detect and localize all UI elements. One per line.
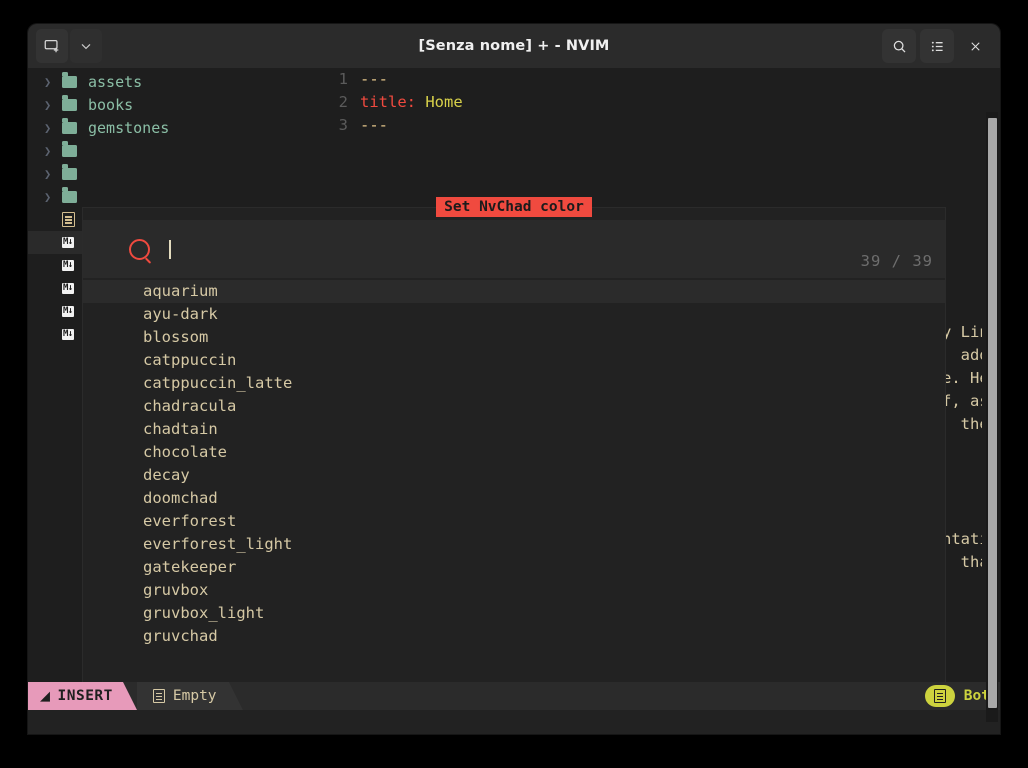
picker-result-item[interactable]: gatekeeper	[83, 556, 945, 579]
search-icon	[129, 239, 150, 260]
fragment-text: that y	[942, 551, 982, 574]
theme-picker[interactable]: Set NvChad color 39 / 39 aquarium ayu-da…	[83, 208, 945, 688]
picker-result-item[interactable]: catppuccin_latte	[83, 372, 945, 395]
vim-icon: ◢	[40, 689, 51, 704]
status-separator-2	[229, 682, 243, 710]
picker-result-item[interactable]: chadracula	[83, 395, 945, 418]
command-line[interactable]	[28, 710, 1000, 734]
document-lines-icon	[153, 689, 165, 703]
tree-item-gemstones[interactable]: ❯ gemstones	[28, 116, 288, 139]
picker-result-item[interactable]: everforest	[83, 510, 945, 533]
folder-icon	[62, 99, 88, 111]
tree-item-folder-4[interactable]: ❯	[28, 139, 288, 162]
picker-result-item[interactable]: gruvchad	[83, 625, 945, 648]
line-text-key: title:	[360, 91, 416, 114]
picker-title: Set NvChad color	[436, 197, 592, 217]
statusline: ◢ INSERT Empty Bot	[28, 682, 1000, 710]
editor-fragment: the Ro	[942, 413, 982, 436]
status-separator	[123, 682, 137, 710]
line-text: ---	[360, 114, 388, 137]
editor-fragment: f, as w	[942, 390, 982, 413]
line-number: 1	[314, 68, 360, 91]
editor-fragment: that y	[942, 551, 982, 574]
titlebar: [Senza nome] + - NVIM	[28, 24, 1000, 68]
nvim-window: [Senza nome] + - NVIM	[28, 24, 1000, 734]
line-number: 3	[314, 114, 360, 137]
fragment-text: y Linux	[942, 321, 982, 344]
fragment-text: adding	[942, 344, 982, 367]
status-position-label: Bot	[955, 688, 990, 704]
fragment-text: f, as w	[942, 390, 982, 413]
tree-item-folder-5[interactable]: ❯	[28, 162, 288, 185]
status-file-label: Empty	[173, 688, 217, 704]
list-icon[interactable]	[920, 29, 954, 63]
chevron-right-icon[interactable]: ❯	[44, 190, 62, 204]
picker-prompt-inner	[129, 220, 171, 278]
picker-result-item[interactable]: gruvbox_light	[83, 602, 945, 625]
fragment-text: ntation	[942, 528, 982, 551]
fragment-text: the Ro	[942, 413, 982, 436]
editor-line: 3---	[314, 114, 982, 137]
status-mode-label: INSERT	[58, 688, 113, 704]
picker-result-item[interactable]: blossom	[83, 326, 945, 349]
editor-fragment: adding	[942, 344, 982, 367]
editor-right-fragments-lower: ntation that y	[942, 528, 982, 574]
text-cursor	[169, 240, 171, 259]
status-file: Empty	[137, 682, 229, 710]
picker-result-item[interactable]: ayu-dark	[83, 303, 945, 326]
picker-results[interactable]: aquarium ayu-dark blossom catppuccin cat…	[83, 278, 945, 688]
close-icon[interactable]	[958, 29, 992, 63]
picker-prompt[interactable]: 39 / 39	[83, 220, 945, 278]
chevron-right-icon[interactable]: ❯	[44, 98, 62, 112]
editor-fragment: y Linux	[942, 321, 982, 344]
status-mode: ◢ INSERT	[28, 682, 123, 710]
picker-result-item[interactable]: catppuccin	[83, 349, 945, 372]
status-spacer	[243, 682, 925, 710]
chevron-right-icon[interactable]: ❯	[44, 144, 62, 158]
tree-item-label: books	[88, 96, 133, 114]
picker-result-item[interactable]: chocolate	[83, 441, 945, 464]
editor-right-fragments: y Linux adding e. Here f, as w the Ro	[942, 321, 982, 436]
picker-result-item[interactable]: decay	[83, 464, 945, 487]
scrollbar-thumb[interactable]	[988, 118, 997, 708]
line-text: ---	[360, 68, 388, 91]
picker-result-item[interactable]: aquarium	[83, 280, 945, 303]
document-lines-icon	[925, 685, 955, 707]
picker-result-item[interactable]: doomchad	[83, 487, 945, 510]
tree-item-label: gemstones	[88, 119, 169, 137]
titlebar-right-controls	[882, 29, 992, 63]
tree-item-label: assets	[88, 73, 142, 91]
chevron-right-icon[interactable]: ❯	[44, 167, 62, 181]
screen: [Senza nome] + - NVIM	[0, 0, 1028, 768]
window-title: [Senza nome] + - NVIM	[28, 24, 1000, 68]
editor-fragment: ntation	[942, 528, 982, 551]
chevron-right-icon[interactable]: ❯	[44, 75, 62, 89]
picker-result-item[interactable]: gruvbox	[83, 579, 945, 602]
folder-icon	[62, 76, 88, 88]
folder-icon	[62, 145, 88, 157]
folder-icon	[62, 122, 88, 134]
chevron-right-icon[interactable]: ❯	[44, 121, 62, 135]
editor-line: 1---	[314, 68, 982, 91]
nvim-body: 1--- 2title: Home 3--- y Linux adding e.…	[28, 68, 1000, 734]
editor-line: 2title: Home	[314, 91, 982, 114]
picker-result-item[interactable]: everforest_light	[83, 533, 945, 556]
editor-fragment: e. Here	[942, 367, 982, 390]
tree-item-assets[interactable]: ❯ assets	[28, 70, 288, 93]
picker-result-item[interactable]: chadtain	[83, 418, 945, 441]
folder-icon	[62, 168, 88, 180]
line-text-value: Home	[416, 91, 463, 114]
fragment-text: e. Here	[942, 367, 982, 390]
line-number: 2	[314, 91, 360, 114]
search-icon[interactable]	[882, 29, 916, 63]
picker-title-wrap: Set NvChad color	[83, 196, 945, 216]
tree-item-books[interactable]: ❯ books	[28, 93, 288, 116]
